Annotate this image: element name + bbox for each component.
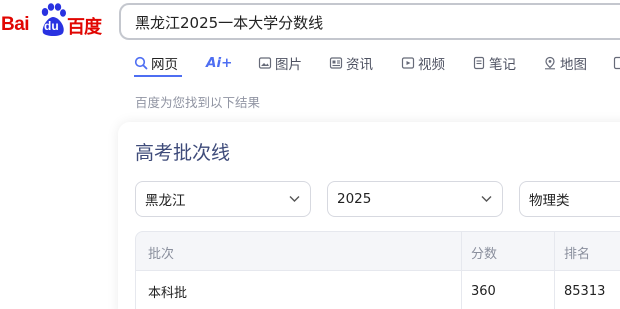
tab-web[interactable]: 网页 xyxy=(134,52,178,74)
tab-ai[interactable]: Ai+ xyxy=(206,52,232,74)
column-divider xyxy=(554,232,555,272)
document-icon xyxy=(613,56,620,70)
chevron-down-icon xyxy=(481,196,492,202)
search-icon xyxy=(134,56,148,70)
news-icon xyxy=(329,57,343,69)
province-select-value: 黑龙江 xyxy=(145,193,186,209)
tab-label: 视频 xyxy=(418,57,445,73)
note-icon xyxy=(473,56,485,70)
column-divider xyxy=(554,271,555,309)
search-input[interactable] xyxy=(135,12,615,32)
tab-label: 图片 xyxy=(275,57,302,73)
card-title[interactable]: 高考批次线 xyxy=(135,138,230,165)
subject-select[interactable]: 物理类 xyxy=(519,181,620,217)
year-select[interactable]: 2025 xyxy=(327,181,503,217)
baidu-logo[interactable]: Bai du 百度 xyxy=(0,2,110,38)
logo-paw-text: du xyxy=(44,19,59,33)
tab-label: 网页 xyxy=(151,57,178,73)
logo-chinese-text: 百度 xyxy=(67,17,102,38)
tab-news[interactable]: 资讯 xyxy=(329,52,373,74)
province-select[interactable]: 黑龙江 xyxy=(135,181,311,217)
column-divider xyxy=(461,271,462,309)
baidu-search-page: Bai du 百度 网页 Ai+ xyxy=(0,0,620,309)
subject-select-value: 物理类 xyxy=(529,193,570,209)
tab-label: Ai+ xyxy=(206,55,233,71)
column-header-batch: 批次 xyxy=(148,246,175,262)
cutoff-table: 批次 分数 排名 本科批 360 85313 xyxy=(135,231,620,309)
map-pin-icon xyxy=(545,56,555,70)
table-header-row: 批次 分数 排名 xyxy=(135,231,620,272)
tab-label: 笔记 xyxy=(489,57,516,73)
column-divider xyxy=(461,232,462,272)
cell-batch: 本科批 xyxy=(148,285,188,301)
tab-maps[interactable]: 地图 xyxy=(543,52,587,74)
logo-latin-text: Bai xyxy=(1,14,30,35)
tab-images[interactable]: 图片 xyxy=(258,52,302,74)
cell-rank: 85313 xyxy=(564,283,606,299)
exam-cutoff-card: 高考批次线 黑龙江 2025 物理类 批次 分数 排名 本科批 360 8531… xyxy=(118,122,620,309)
search-box xyxy=(119,3,620,40)
table-row: 本科批 360 85313 xyxy=(135,271,620,309)
result-count-hint: 百度为您找到以下结果 xyxy=(135,95,261,110)
tab-notes[interactable]: 笔记 xyxy=(472,52,516,74)
column-header-rank: 排名 xyxy=(564,246,591,262)
image-icon xyxy=(258,57,272,69)
tab-label: 资讯 xyxy=(346,57,373,73)
tab-more-partial[interactable] xyxy=(612,52,620,74)
column-header-score: 分数 xyxy=(471,246,498,262)
tab-label: 地图 xyxy=(560,57,587,73)
video-icon xyxy=(401,57,415,69)
tab-video[interactable]: 视频 xyxy=(401,52,445,74)
cell-score: 360 xyxy=(471,283,496,299)
year-select-value: 2025 xyxy=(337,191,372,207)
active-tab-underline xyxy=(134,75,182,77)
chevron-down-icon xyxy=(289,196,300,202)
